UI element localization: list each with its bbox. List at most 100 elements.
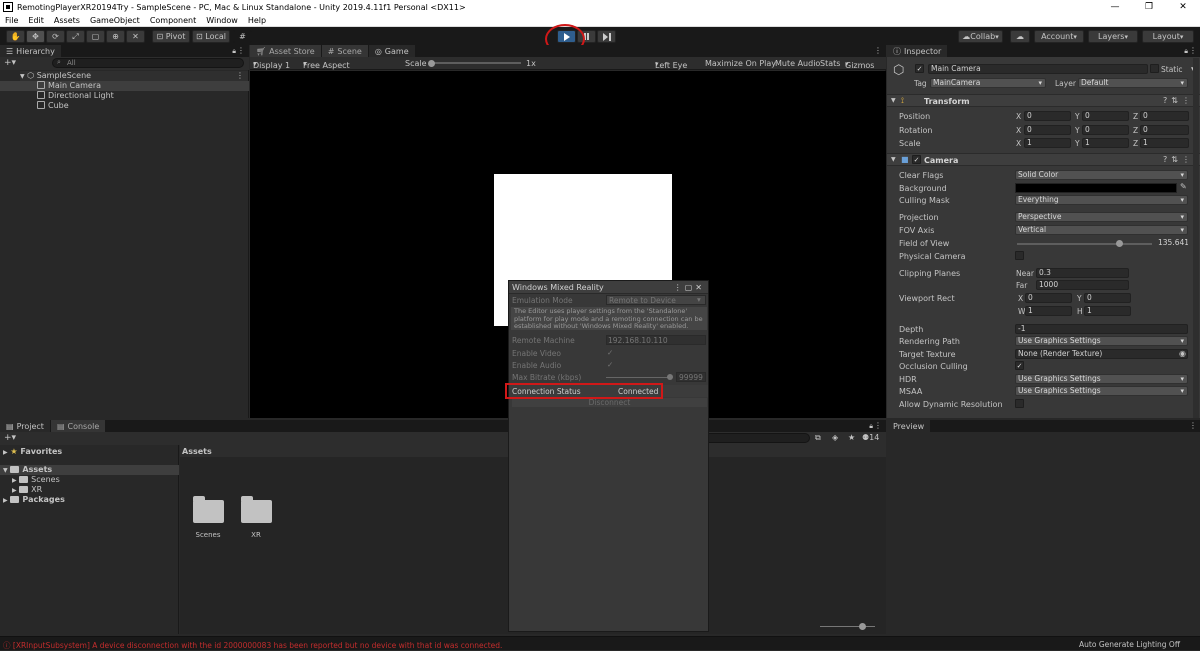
search-by-type-icon[interactable]: ⧉	[815, 433, 821, 443]
favorite-star-icon[interactable]: ★	[848, 433, 855, 442]
tab-hierarchy[interactable]: ☰ Hierarchy	[0, 45, 62, 57]
kebab-menu-icon[interactable]: ⋮	[874, 46, 882, 55]
scale-y-field[interactable]: 1	[1082, 138, 1129, 148]
camera-header[interactable]: ▼ ■ ✓ Camera ?⇅⋮	[887, 153, 1200, 166]
rotation-z-field[interactable]: 0	[1140, 125, 1189, 135]
hdr-dropdown[interactable]: Use Graphics Settings	[1015, 374, 1188, 384]
eye-dropdown[interactable]: Left Eye	[655, 59, 687, 70]
occlusion-culling-checkbox[interactable]: ✓	[1015, 361, 1024, 370]
tab-console[interactable]: ▤ Console	[50, 420, 107, 432]
create-plus-icon[interactable]: +▾	[4, 58, 16, 68]
mute-audio-toggle[interactable]: Mute Audio	[775, 59, 820, 68]
folder-icon[interactable]	[241, 496, 272, 523]
layers-dropdown[interactable]: Layers	[1088, 30, 1138, 43]
camera-enabled-checkbox[interactable]: ✓	[912, 155, 921, 164]
msaa-dropdown[interactable]: Use Graphics Settings	[1015, 386, 1188, 396]
display-dropdown[interactable]: Display 1	[253, 59, 290, 70]
assets-row[interactable]: ▼ Assets	[0, 465, 179, 475]
tab-game[interactable]: ◎ Game	[368, 45, 416, 57]
tab-preview[interactable]: Preview	[887, 420, 932, 432]
component-actions-icon[interactable]: ?⇅⋮	[1163, 155, 1194, 164]
pivot-toggle[interactable]: ⊡ Pivot	[152, 30, 190, 43]
hand-tool-icon[interactable]: ✋	[6, 30, 25, 43]
position-y-field[interactable]: 0	[1082, 111, 1129, 121]
menu-edit[interactable]: Edit	[23, 16, 49, 25]
kebab-menu-icon[interactable]: ⋮	[237, 46, 245, 55]
wmr-window-controls-icon[interactable]: ⋮▢✕	[674, 281, 705, 294]
lock-icon[interactable]: 🔒︎	[1184, 47, 1188, 56]
kebab-menu-icon[interactable]: ⋮	[874, 421, 882, 430]
maximize-icon[interactable]: ❐	[1132, 0, 1166, 14]
layer-dropdown[interactable]: Default	[1078, 78, 1188, 88]
scene-kebab-icon[interactable]: ⋮	[236, 71, 244, 81]
kebab-menu-icon[interactable]: ⋮	[1189, 46, 1197, 55]
viewport-y-field[interactable]: 0	[1084, 293, 1131, 303]
tag-dropdown[interactable]: MainCamera	[930, 78, 1046, 88]
folder-icon[interactable]	[193, 496, 224, 523]
fov-slider[interactable]	[1017, 243, 1152, 245]
icon-size-slider[interactable]	[820, 626, 875, 627]
account-dropdown[interactable]: Account	[1034, 30, 1084, 43]
fov-axis-dropdown[interactable]: Vertical	[1015, 225, 1188, 235]
rotation-x-field[interactable]: 0	[1024, 125, 1071, 135]
rotation-y-field[interactable]: 0	[1082, 125, 1129, 135]
step-button[interactable]	[597, 30, 616, 43]
stats-toggle[interactable]: Stats	[820, 59, 840, 68]
near-field[interactable]: 0.3	[1036, 268, 1129, 278]
viewport-h-field[interactable]: 1	[1084, 306, 1131, 316]
far-field[interactable]: 1000	[1036, 280, 1129, 290]
collab-dropdown[interactable]: ☁ Collab	[958, 30, 1003, 43]
bitrate-slider-knob[interactable]	[667, 374, 673, 380]
object-name-field[interactable]: Main Camera	[928, 64, 1148, 74]
maximize-on-play-toggle[interactable]: Maximize On Play	[705, 59, 776, 68]
favorites-row[interactable]: ▶ ★ Favorites	[3, 447, 62, 456]
clear-flags-dropdown[interactable]: Solid Color	[1015, 170, 1188, 180]
packages-row[interactable]: ▶ Packages	[3, 495, 65, 504]
gizmos-dropdown[interactable]: Gizmos	[845, 59, 874, 70]
menu-gameobject[interactable]: GameObject	[85, 16, 145, 25]
culling-mask-dropdown[interactable]: Everything	[1015, 195, 1188, 205]
component-actions-icon[interactable]: ?⇅⋮	[1163, 96, 1194, 105]
move-tool-icon[interactable]: ✥	[26, 30, 45, 43]
depth-field[interactable]: -1	[1015, 324, 1188, 334]
tree-folder-row[interactable]: ▶ Scenes	[12, 475, 60, 484]
menu-window[interactable]: Window	[201, 16, 243, 25]
wmr-title-bar[interactable]: Windows Mixed Reality ⋮▢✕	[509, 281, 708, 294]
search-by-label-icon[interactable]: ◈	[832, 433, 838, 442]
enable-video-checkbox[interactable]: ✓	[607, 348, 613, 357]
menu-assets[interactable]: Assets	[49, 16, 85, 25]
tab-inspector[interactable]: ⓘ Inspector	[887, 45, 949, 57]
object-picker-icon[interactable]: ◉	[1179, 349, 1186, 358]
tree-folder-row[interactable]: ▶ XR	[12, 485, 42, 494]
lock-icon[interactable]: 🔒︎	[232, 47, 236, 56]
fov-field[interactable]: 135.641	[1155, 238, 1189, 248]
rotate-tool-icon[interactable]: ⟳	[46, 30, 65, 43]
dynamic-resolution-checkbox[interactable]	[1015, 399, 1024, 408]
fov-slider-knob[interactable]	[1116, 240, 1123, 247]
rect-tool-icon[interactable]: ▢	[86, 30, 105, 43]
hierarchy-scene-row[interactable]: ▼ ⬡ SampleScene ⋮	[20, 71, 248, 81]
scale-x-field[interactable]: 1	[1024, 138, 1071, 148]
transform-header[interactable]: ▼ ⟟ Transform ?⇅⋮	[887, 94, 1200, 107]
target-texture-field[interactable]: None (Render Texture)	[1015, 349, 1188, 359]
transform-tool-icon[interactable]: ⊕	[106, 30, 125, 43]
grid-snap-icon[interactable]: #	[233, 30, 252, 43]
icon-size-slider-knob[interactable]	[859, 623, 866, 630]
cloud-icon[interactable]: ☁	[1010, 30, 1030, 43]
hierarchy-search-input[interactable]: All	[52, 58, 244, 68]
lock-icon[interactable]: 🔒︎	[869, 422, 873, 431]
console-error-message[interactable]: ⓘ [XRInputSubsystem] A device disconnect…	[3, 640, 502, 651]
aspect-dropdown[interactable]: Free Aspect	[303, 59, 398, 70]
scale-z-field[interactable]: 1	[1140, 138, 1189, 148]
viewport-x-field[interactable]: 0	[1025, 293, 1072, 303]
menu-help[interactable]: Help	[243, 16, 271, 25]
enable-audio-checkbox[interactable]: ✓	[607, 360, 613, 369]
close-icon[interactable]: ✕	[1166, 0, 1200, 14]
hierarchy-item[interactable]: Cube	[37, 101, 69, 111]
active-checkbox[interactable]: ✓	[915, 64, 924, 73]
tab-project[interactable]: ▤ Project	[0, 420, 51, 432]
local-toggle[interactable]: ⊡ Local	[192, 30, 230, 43]
scale-slider[interactable]	[429, 62, 521, 64]
tab-asset-store[interactable]: 🛒︎ Asset Store	[250, 45, 322, 57]
lighting-status[interactable]: Auto Generate Lighting Off	[1079, 640, 1180, 649]
